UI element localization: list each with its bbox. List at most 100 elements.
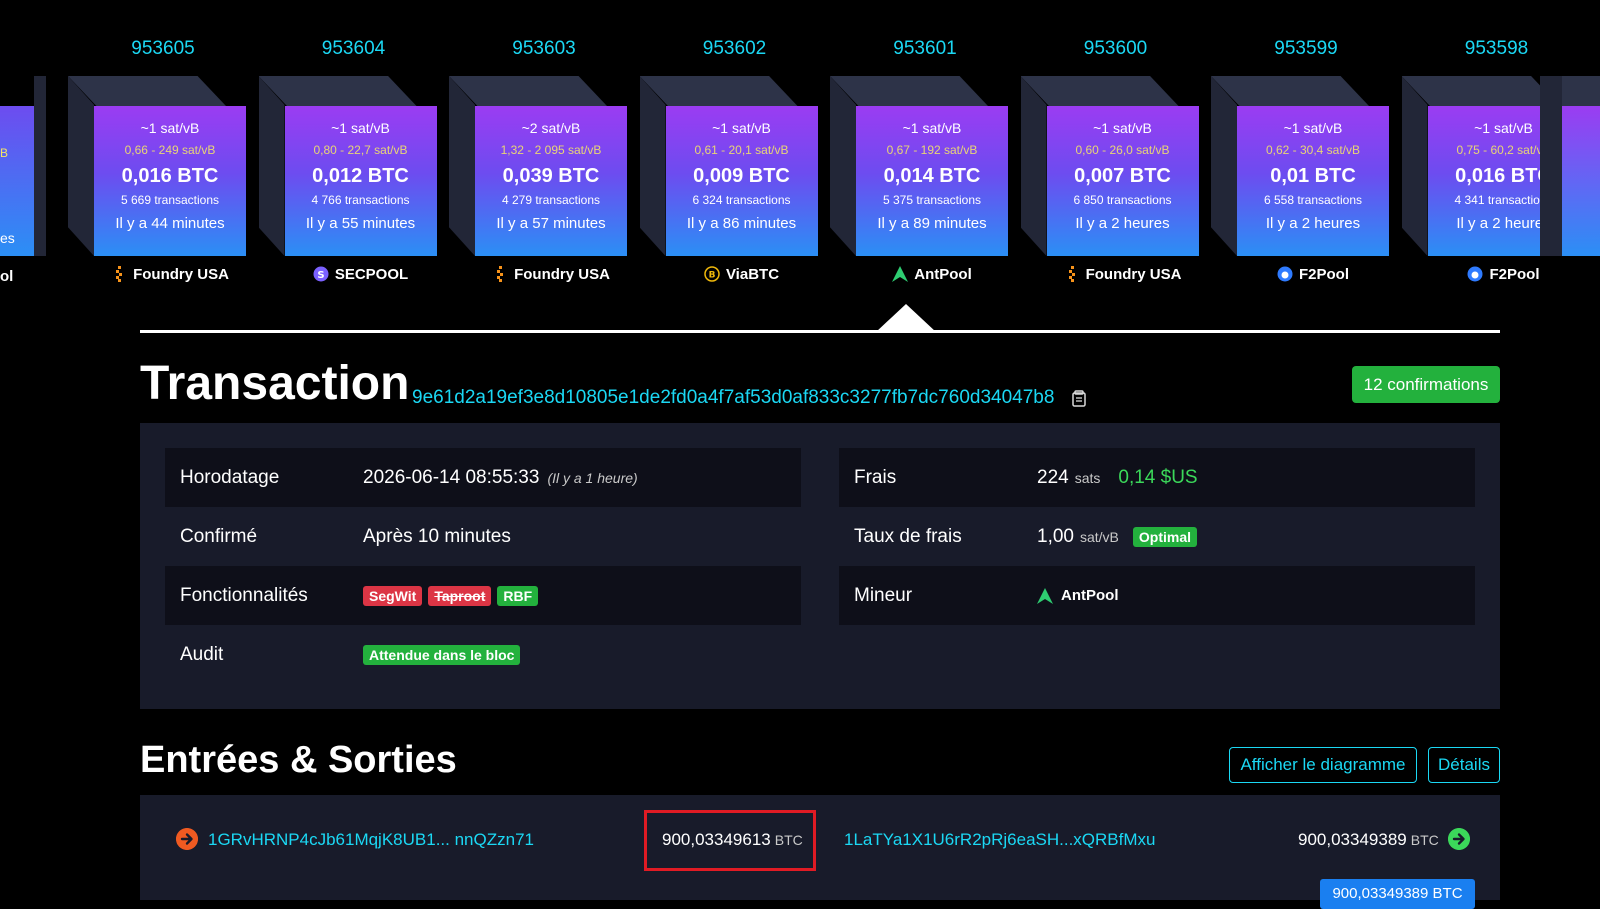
block-height-label[interactable]: 953602 — [660, 38, 810, 60]
input-address-link[interactable]: 1GRvHRNP4cJb61MqjK8UB1... nnQZzn71 — [208, 830, 534, 850]
block-cube-top — [68, 76, 226, 106]
block-pool[interactable]: F2Pool — [1428, 266, 1580, 283]
svg-text:S: S — [317, 270, 324, 281]
row-fee: Frais 224 sats 0,14 $US — [839, 448, 1475, 507]
block-partial-right[interactable] — [1562, 106, 1600, 256]
block-time-ago: Il y a 57 minutes — [496, 215, 606, 232]
output-arrow-icon[interactable] — [1448, 828, 1470, 850]
viabtc-icon: B — [704, 266, 720, 282]
timestamp-value: 2026-06-14 08:55:33 — [363, 466, 540, 488]
block-cube-top — [1020, 76, 1179, 106]
block-cube-side — [639, 76, 666, 256]
block-median-fee: ~1 sat/vB — [140, 120, 200, 136]
feature-taproot-tag[interactable]: Taproot — [428, 585, 492, 606]
block-height-label[interactable]: 953605 — [88, 38, 238, 60]
block-partial-left[interactable]: B es — [0, 106, 34, 256]
block-pool[interactable]: S SECPOOL — [285, 266, 437, 283]
block-pool[interactable]: Foundry USA — [475, 266, 627, 283]
block-cube-top — [449, 76, 607, 106]
block-cube-front[interactable]: ~1 sat/vB 0,62 - 30,4 sat/vB 0,01 BTC 6 558… — [1237, 106, 1389, 256]
input-amount-highlight — [644, 810, 816, 871]
block-953605[interactable]: 953605 ~1 sat/vB 0,66 - 249 sat/vB 0,016 BT… — [48, 30, 246, 300]
block-cube-side — [1401, 76, 1428, 256]
block-cube-side — [68, 76, 94, 256]
feerate-optimal-badge: Optimal — [1132, 526, 1198, 547]
copy-icon[interactable] — [1072, 390, 1086, 407]
block-pool[interactable]: Foundry USA — [94, 266, 246, 283]
output-address-link[interactable]: 1LaTYa1X1U6rR2pRj6eaSH...xQRBfMxu — [844, 830, 1156, 850]
block-pool-name: F2Pool — [1489, 266, 1540, 283]
confirmed-label: Confirmé — [180, 525, 258, 547]
block-cube-front[interactable]: ~1 sat/vB 0,66 - 249 sat/vB 0,016 BTC 5 669… — [94, 106, 246, 256]
f2pool-icon — [1467, 266, 1483, 282]
block-cube-front[interactable]: ~1 sat/vB 0,80 - 22,7 sat/vB 0,012 BTC 4 76… — [284, 106, 437, 256]
block-height-label[interactable]: 953599 — [1231, 38, 1381, 60]
audit-badge[interactable]: Attendue dans le bloc — [363, 644, 521, 665]
block-953598[interactable]: 953598 ~1 sat/vB 0,75 - 60,2 sat/vB 0,016 B… — [1382, 30, 1580, 300]
block-tx-count: 6 558 transactions — [1263, 193, 1363, 207]
block-median-fee: ~1 sat/vB — [331, 120, 390, 136]
block-fee-range: 0,61 - 20,1 sat/vB — [694, 143, 789, 157]
block-cube-side — [830, 76, 856, 256]
block-cube-top — [830, 76, 988, 106]
block-median-fee: ~2 sat/vB — [521, 120, 581, 136]
output-amount-unit: BTC — [1410, 832, 1439, 848]
timestamp-label: Horodatage — [180, 466, 280, 488]
block-953601[interactable]: 953601 ~1 sat/vB 0,67 - 192 sat/vB 0,014 BT… — [810, 30, 1008, 300]
block-cube-front[interactable]: ~2 sat/vB 1,32 - 2 095 sat/vB 0,039 BTC 4 2… — [475, 106, 627, 256]
block-953599[interactable]: 953599 ~1 sat/vB 0,62 - 30,4 sat/vB 0,01 BT… — [1191, 30, 1389, 300]
block-pool-name: Foundry USA — [133, 266, 229, 283]
block-pool[interactable]: AntPool — [856, 266, 1008, 283]
block-pool[interactable]: F2Pool — [1237, 266, 1389, 283]
block-953604[interactable]: 953604 ~1 sat/vB 0,80 - 22,7 sat/vB 0,012 B… — [239, 30, 437, 300]
show-diagram-button[interactable]: Afficher le diagramme — [1229, 747, 1417, 783]
feature-rbf-tag[interactable]: RBF — [497, 585, 539, 606]
block-height-label[interactable]: 953604 — [279, 38, 429, 60]
timestamp-relative: (Il y a 1 heure) — [547, 469, 638, 486]
block-953600[interactable]: 953600 ~1 sat/vB 0,60 - 26,0 sat/vB 0,007 B… — [1001, 30, 1199, 300]
block-pool-name: ViaBTC — [725, 266, 780, 283]
block-953603[interactable]: 953603 ~2 sat/vB 1,32 - 2 095 sat/vB 0,039 … — [429, 30, 627, 300]
block-953602[interactable]: 953602 ~1 sat/vB 0,61 - 20,1 sat/vB 0,009 B… — [620, 30, 818, 300]
block-time-ago: Il y a 55 minutes — [305, 215, 416, 232]
details-button[interactable]: Détails — [1428, 747, 1500, 783]
block-cube-top — [639, 76, 798, 106]
block-height-label[interactable]: 953601 — [850, 38, 1000, 60]
confirmations-badge: 12 confirmations — [1352, 366, 1500, 403]
input-arrow-icon[interactable] — [176, 828, 198, 850]
svg-text:B: B — [709, 271, 716, 281]
block-tx-count: 6 324 transactions — [692, 193, 791, 207]
block-height-label[interactable]: 953600 — [1041, 38, 1191, 60]
transaction-id-link[interactable]: 9e61d2a19ef3e8d10805e1de2fd0a4f7af53d0af… — [412, 387, 1054, 409]
block-cube-front[interactable]: ~1 sat/vB 0,67 - 192 sat/vB 0,014 BTC 5 375… — [856, 106, 1008, 256]
block-total-fees: 0,016 BTC — [121, 165, 219, 187]
fee-label: Frais — [854, 466, 897, 488]
block-fee-range: 0,80 - 22,7 sat/vB — [313, 143, 408, 157]
features-tags: SegWit Taproot RBF — [363, 585, 539, 606]
block-total-fees: 0,007 BTC — [1074, 165, 1171, 187]
feature-segwit-tag[interactable]: SegWit — [363, 585, 423, 606]
block-pool[interactable]: B ViaBTC — [666, 266, 818, 283]
block-tx-count: 6 850 transactions — [1073, 193, 1172, 207]
block-height-label[interactable]: 953603 — [469, 38, 619, 60]
block-median-fee: ~1 sat/vB — [1093, 120, 1152, 136]
block-time-ago: Il y a 86 minutes — [686, 215, 797, 232]
output-amount-value: 900,03349389 — [1298, 830, 1407, 849]
block-time-ago: Il y a 89 minutes — [877, 215, 987, 232]
row-features: Fonctionnalités SegWit Taproot RBF — [165, 566, 801, 625]
page-title: Transaction — [140, 357, 410, 410]
block-cube-front[interactable]: ~1 sat/vB 0,60 - 26,0 sat/vB 0,007 BTC 6 85… — [1046, 106, 1199, 256]
block-cube-front[interactable]: ~1 sat/vB 0,61 - 20,1 sat/vB 0,009 BTC 6 32… — [665, 106, 818, 256]
block-partial-ago: es — [0, 230, 15, 246]
block-height-label[interactable]: 953598 — [1422, 38, 1572, 60]
miner-value-group[interactable]: AntPool — [1037, 587, 1119, 604]
feerate-value-group: 1,00 sat/vB Optimal — [1037, 526, 1198, 548]
block-fee-range: 1,32 - 2 095 sat/vB — [500, 143, 602, 157]
block-pool-name: Foundry USA — [514, 266, 610, 283]
miner-label: Mineur — [854, 584, 913, 606]
block-partial-pool: ol — [0, 268, 14, 285]
fee-usd: 0,14 $US — [1118, 466, 1198, 488]
block-pool[interactable]: Foundry USA — [1047, 266, 1199, 283]
block-total-fees: 0,014 BTC — [883, 165, 981, 187]
block-tx-count: 4 279 transactions — [501, 193, 601, 207]
